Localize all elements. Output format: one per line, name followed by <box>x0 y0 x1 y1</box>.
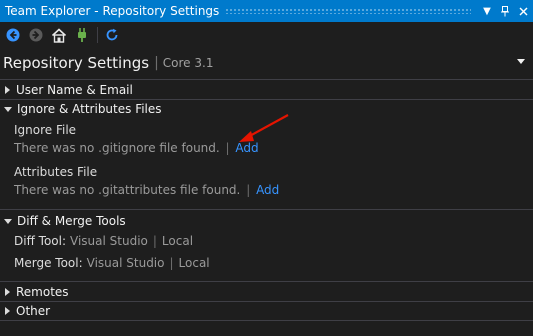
connect-icon[interactable] <box>72 25 91 45</box>
section-user-name-email[interactable]: User Name & Email <box>0 81 133 99</box>
toolbar-separator <box>97 27 98 43</box>
header-separator: | <box>154 55 159 71</box>
divider <box>0 209 533 210</box>
page-title: Repository Settings <box>3 54 150 72</box>
ignore-file-status: There was no .gitignore file found. | Ad… <box>14 141 259 155</box>
separator: | <box>152 234 157 248</box>
forward-icon[interactable] <box>26 25 45 45</box>
diff-tool-label: Diff Tool: <box>14 234 67 248</box>
window-title: Team Explorer - Repository Settings <box>5 4 220 18</box>
section-label: Diff & Merge Tools <box>17 214 126 228</box>
ignore-file-message: There was no .gitignore file found. <box>14 141 220 155</box>
header-menu-icon[interactable] <box>517 59 525 64</box>
section-other[interactable]: Other <box>0 302 50 320</box>
collapse-arrow-icon <box>4 218 12 224</box>
page-header: Repository Settings | Core 3.1 <box>0 50 533 76</box>
annotation-arrow-icon <box>239 114 289 142</box>
section-remotes[interactable]: Remotes <box>0 283 69 301</box>
attributes-file-status: There was no .gitattributes file found. … <box>14 183 279 197</box>
ignore-file-heading: Ignore File <box>14 123 77 137</box>
diff-tool-scope: Local <box>161 234 194 248</box>
divider <box>0 281 533 282</box>
expand-arrow-icon <box>5 86 10 94</box>
attributes-file-heading: Attributes File <box>14 165 98 179</box>
merge-tool-value: Visual Studio <box>86 256 165 270</box>
separator: | <box>246 183 251 197</box>
divider <box>0 79 533 80</box>
separator: | <box>225 141 230 155</box>
diff-tool-row: Diff Tool: Visual Studio | Local <box>14 234 193 248</box>
window-title-bar: Team Explorer - Repository Settings ▼ <box>0 0 533 22</box>
section-diff-merge-tools[interactable]: Diff & Merge Tools <box>0 212 126 230</box>
close-icon[interactable] <box>515 3 531 19</box>
attributes-file-message: There was no .gitattributes file found. <box>14 183 241 197</box>
add-gitattributes-link[interactable]: Add <box>256 183 279 197</box>
merge-tool-scope: Local <box>178 256 210 270</box>
section-label: Remotes <box>16 285 69 299</box>
back-icon[interactable] <box>3 25 22 45</box>
repository-name: Core 3.1 <box>162 56 214 70</box>
pin-icon[interactable] <box>497 3 513 19</box>
divider <box>0 301 533 302</box>
section-label: Other <box>16 304 51 318</box>
refresh-icon[interactable] <box>102 25 121 45</box>
merge-tool-row: Merge Tool: Visual Studio | Local <box>14 256 210 270</box>
dropdown-icon[interactable]: ▼ <box>479 3 495 19</box>
expand-arrow-icon <box>5 288 10 296</box>
diff-tool-value: Visual Studio <box>70 234 148 248</box>
section-label: User Name & Email <box>16 83 133 97</box>
merge-tool-label: Merge Tool: <box>14 256 83 270</box>
section-ignore-attributes[interactable]: Ignore & Attributes Files <box>0 100 162 118</box>
separator: | <box>169 256 174 270</box>
collapse-arrow-icon <box>4 106 12 112</box>
divider <box>0 320 533 321</box>
section-label: Ignore & Attributes Files <box>17 102 162 116</box>
home-icon[interactable] <box>49 25 68 45</box>
toolbar <box>0 22 533 48</box>
expand-arrow-icon <box>5 307 10 315</box>
title-grip[interactable] <box>225 8 471 14</box>
